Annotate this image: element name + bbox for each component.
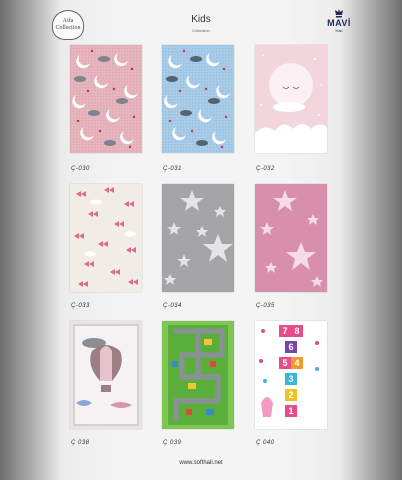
rug-image-c038[interactable] — [70, 321, 142, 429]
product-code: Ç-035 — [256, 303, 275, 309]
rug-image-c040[interactable]: 7 8 6 5 4 3 2 1 — [255, 321, 327, 429]
website-link[interactable]: www.softhali.net — [0, 460, 402, 466]
catalog-page: Aifa Collection Kids Collection MAVİ Hal… — [0, 0, 402, 480]
svg-text:2: 2 — [288, 390, 293, 400]
rug-image-c031[interactable] — [162, 45, 234, 153]
svg-text:6: 6 — [288, 342, 293, 352]
crown-icon — [335, 9, 343, 18]
product-code: Ç 039 — [163, 440, 182, 446]
rug-image-c035[interactable] — [255, 184, 327, 292]
svg-text:1: 1 — [288, 406, 293, 416]
brand-name: MAVİ — [327, 18, 351, 28]
product-code: Ç-030 — [71, 166, 90, 172]
rug-image-c030[interactable] — [70, 45, 142, 153]
brand-logo: MAVİ Halı — [327, 9, 351, 41]
product-code: Ç 038 — [71, 440, 90, 446]
rug-image-c033[interactable] — [70, 184, 142, 292]
rug-image-c034[interactable] — [162, 184, 234, 292]
product-code: Ç-032 — [256, 166, 275, 172]
brand-subtitle: Halı — [335, 28, 343, 33]
svg-text:4: 4 — [294, 358, 299, 368]
product-code: Ç 040 — [256, 440, 275, 446]
product-code: Ç-031 — [163, 166, 182, 172]
svg-text:7: 7 — [282, 326, 287, 336]
svg-text:5: 5 — [282, 358, 287, 368]
svg-text:8: 8 — [294, 326, 299, 336]
svg-text:3: 3 — [288, 374, 293, 384]
rug-image-c032[interactable] — [255, 45, 327, 153]
rug-image-c039[interactable] — [162, 321, 234, 429]
product-code: Ç-033 — [71, 303, 90, 309]
product-code: Ç-034 — [163, 303, 182, 309]
